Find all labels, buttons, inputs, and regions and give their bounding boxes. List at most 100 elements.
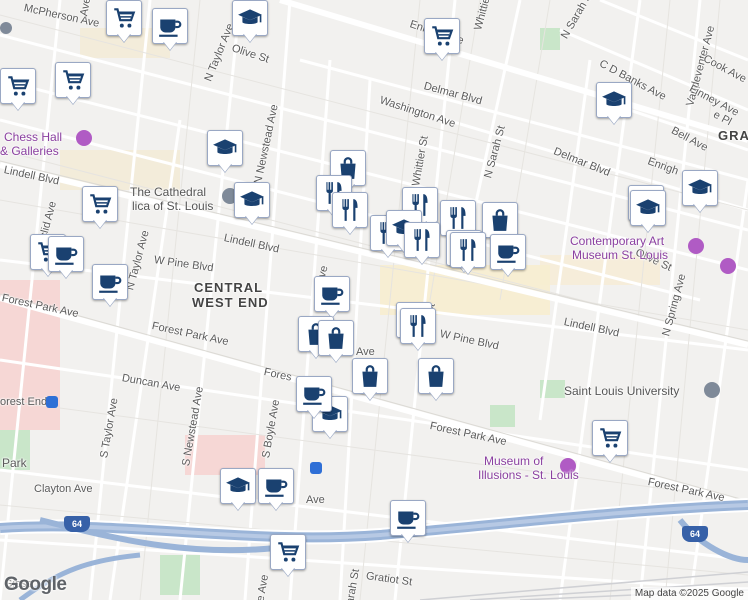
- poi-label[interactable]: Contemporary Art: [570, 234, 664, 248]
- shopping-marker-box[interactable]: [482, 202, 518, 238]
- marker-pointer: [343, 225, 357, 234]
- university-icon[interactable]: [704, 382, 720, 398]
- poi-label[interactable]: Chess Hall: [4, 130, 62, 144]
- school-marker-box[interactable]: [234, 182, 270, 218]
- marker-pointer: [93, 219, 107, 228]
- cafe-marker-box[interactable]: [48, 236, 84, 272]
- cafe-marker[interactable]: [258, 468, 294, 512]
- school-icon: [240, 191, 264, 206]
- map-canvas[interactable]: CENTRAL WEST END GRA McPherson Ave Olive…: [0, 0, 748, 600]
- grocery-marker[interactable]: [424, 18, 460, 62]
- cafe-marker-box[interactable]: [92, 264, 128, 300]
- street-label: Park: [2, 456, 27, 470]
- school-marker-box[interactable]: [682, 170, 718, 206]
- interstate-shield: 64: [64, 516, 90, 532]
- school-marker-box[interactable]: [220, 468, 256, 504]
- marker-pointer: [411, 341, 425, 350]
- cafe-marker[interactable]: [296, 376, 332, 420]
- shopping-marker-box[interactable]: [418, 358, 454, 394]
- marker-pointer: [103, 297, 117, 306]
- marker-pointer: [323, 429, 337, 438]
- restaurant-marker[interactable]: [450, 232, 486, 276]
- grocery-marker[interactable]: [0, 68, 36, 112]
- cafe-marker-box[interactable]: [258, 468, 294, 504]
- cafe-marker[interactable]: [390, 500, 426, 544]
- grocery-marker[interactable]: [270, 534, 306, 578]
- grocery-marker[interactable]: [106, 0, 142, 44]
- cafe-marker[interactable]: [92, 264, 128, 308]
- cafe-icon: [99, 275, 122, 293]
- transit-icon[interactable]: [310, 462, 322, 474]
- shopping-marker-box[interactable]: [318, 320, 354, 356]
- shopping-marker[interactable]: [352, 358, 388, 402]
- poi-label[interactable]: lica of St. Louis: [132, 199, 213, 213]
- cafe-marker-box[interactable]: [490, 234, 526, 270]
- grocery-marker-box[interactable]: [424, 18, 460, 54]
- restaurant-marker-box[interactable]: [404, 222, 440, 258]
- cafe-marker[interactable]: [48, 236, 84, 280]
- place-icon[interactable]: [0, 22, 12, 34]
- cafe-marker-box[interactable]: [314, 276, 350, 312]
- school-marker[interactable]: [232, 0, 268, 44]
- shopping-marker-box[interactable]: [352, 358, 388, 394]
- street-label: Clayton Ave: [34, 483, 93, 495]
- grocery-marker-box[interactable]: [0, 68, 36, 104]
- school-marker[interactable]: [220, 468, 256, 512]
- museum-icon[interactable]: [688, 238, 704, 254]
- cafe-marker[interactable]: [152, 8, 188, 52]
- cafe-marker-box[interactable]: [152, 8, 188, 44]
- school-marker-box[interactable]: [232, 0, 268, 36]
- grocery-icon: [90, 194, 112, 214]
- cafe-icon: [159, 19, 182, 37]
- school-marker[interactable]: [682, 170, 718, 214]
- restaurant-marker[interactable]: [404, 222, 440, 266]
- grocery-marker-box[interactable]: [82, 186, 118, 222]
- poi-label[interactable]: The Cathedral: [130, 185, 206, 199]
- school-marker[interactable]: [207, 130, 243, 174]
- transit-icon[interactable]: [46, 396, 58, 408]
- cafe-icon: [265, 479, 288, 497]
- street-label: orest End: [0, 396, 48, 408]
- poi-label[interactable]: Museum of: [484, 454, 543, 468]
- shopping-icon: [492, 209, 508, 231]
- cafe-marker[interactable]: [490, 234, 526, 278]
- grocery-marker-box[interactable]: [55, 62, 91, 98]
- shopping-marker[interactable]: [418, 358, 454, 402]
- school-icon: [226, 477, 250, 492]
- grocery-marker[interactable]: [82, 186, 118, 230]
- google-logo: Google: [4, 574, 67, 595]
- restaurant-marker[interactable]: [332, 192, 368, 236]
- shopping-marker[interactable]: [318, 320, 354, 364]
- restaurant-marker[interactable]: [400, 308, 436, 352]
- cafe-marker-box[interactable]: [296, 376, 332, 412]
- school-marker[interactable]: [596, 82, 632, 126]
- marker-pointer: [218, 163, 232, 172]
- school-marker[interactable]: [234, 182, 270, 226]
- cafe-marker[interactable]: [314, 276, 350, 320]
- school-marker[interactable]: [630, 190, 666, 234]
- marker-pointer: [693, 203, 707, 212]
- poi-label[interactable]: Museum St. Louis: [572, 248, 668, 262]
- grocery-marker-box[interactable]: [270, 534, 306, 570]
- poi-label[interactable]: Saint Louis University: [564, 384, 679, 398]
- poi-label[interactable]: Illusions - St. Louis: [478, 468, 579, 482]
- school-icon: [636, 199, 660, 214]
- poi-label[interactable]: & Galleries: [0, 144, 59, 158]
- grocery-icon: [600, 428, 622, 448]
- museum-icon[interactable]: [720, 258, 736, 274]
- grocery-marker-box[interactable]: [592, 420, 628, 456]
- school-marker-box[interactable]: [596, 82, 632, 118]
- cafe-icon: [397, 511, 420, 529]
- marker-pointer: [245, 215, 259, 224]
- restaurant-marker-box[interactable]: [332, 192, 368, 228]
- school-marker-box[interactable]: [630, 190, 666, 226]
- cafe-marker-box[interactable]: [390, 500, 426, 536]
- grocery-marker[interactable]: [592, 420, 628, 464]
- restaurant-marker-box[interactable]: [450, 232, 486, 268]
- grocery-marker[interactable]: [55, 62, 91, 106]
- map-attribution[interactable]: Map data ©2025 Google: [630, 587, 748, 600]
- school-marker-box[interactable]: [207, 130, 243, 166]
- museum-icon[interactable]: [76, 130, 92, 146]
- restaurant-marker-box[interactable]: [400, 308, 436, 344]
- grocery-marker-box[interactable]: [106, 0, 142, 36]
